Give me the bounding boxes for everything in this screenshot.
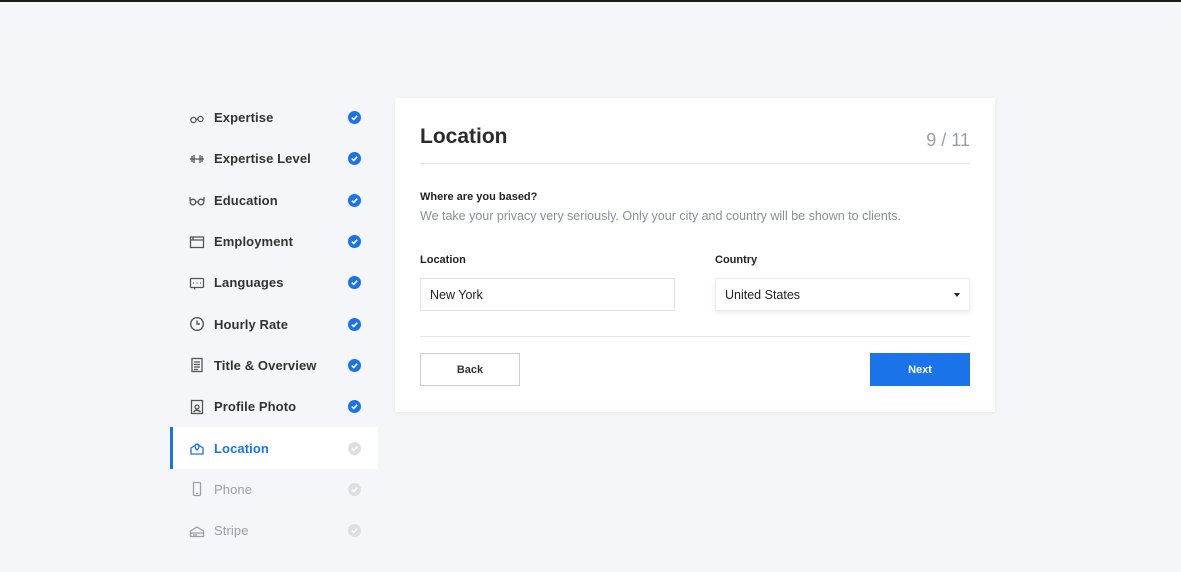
caret-down-icon [954, 292, 960, 297]
sidebar-item-label: Hourly Rate [214, 316, 289, 332]
location-form-card: Location 9 / 11 Where are you based? We … [395, 98, 995, 412]
check-icon [348, 152, 361, 166]
sidebar-item-label: Location [214, 440, 269, 456]
sidebar-item-employment[interactable]: Employment [170, 221, 378, 262]
sidebar-item-stripe[interactable]: Stripe [170, 510, 378, 551]
clock-icon [188, 316, 205, 333]
binoculars-icon [188, 109, 205, 126]
glasses-icon [188, 192, 205, 209]
page-title: Location [420, 125, 508, 148]
sidebar-item-label: Education [214, 192, 278, 208]
dumbbell-icon [188, 150, 205, 167]
check-icon [348, 441, 361, 455]
keyboard-icon [188, 274, 205, 291]
divider [420, 163, 970, 164]
top-border [0, 0, 1181, 2]
check-icon [348, 524, 361, 538]
check-icon [348, 235, 361, 249]
sidebar-item-hourly-rate[interactable]: Hourly Rate [170, 303, 378, 344]
photo-icon [188, 398, 205, 415]
country-select[interactable]: United States [715, 278, 970, 311]
map-pin-icon [188, 440, 205, 457]
sidebar-item-label: Languages [214, 275, 284, 291]
back-button[interactable]: Back [420, 353, 520, 386]
sidebar-item-label: Profile Photo [214, 399, 297, 415]
sidebar-item-label: Stripe [214, 523, 249, 539]
step-counter: 9 / 11 [926, 130, 970, 150]
divider [420, 336, 970, 337]
sidebar-item-location[interactable]: Location [170, 427, 378, 469]
check-icon [348, 317, 361, 331]
sidebar-item-expertise[interactable]: Expertise [170, 97, 378, 138]
stripe-icon [188, 522, 205, 539]
check-icon [348, 111, 361, 125]
check-icon [348, 482, 361, 496]
onboarding-steps-sidebar: Expertise Expertise Level Education Empl… [170, 97, 378, 551]
sidebar-item-label: Title & Overview [214, 357, 317, 373]
browser-window-icon [188, 233, 205, 250]
sidebar-item-expertise-level[interactable]: Expertise Level [170, 138, 378, 179]
sidebar-item-label: Expertise [214, 110, 274, 126]
sidebar-item-languages[interactable]: Languages [170, 262, 378, 303]
check-icon [348, 276, 361, 290]
sidebar-item-profile-photo[interactable]: Profile Photo [170, 386, 378, 427]
sidebar-item-education[interactable]: Education [170, 180, 378, 221]
country-select-value: United States [725, 287, 801, 302]
check-icon [348, 400, 361, 414]
location-field-label: Location [420, 254, 466, 266]
country-field-label: Country [715, 254, 758, 266]
question-label: Where are you based? [420, 191, 538, 203]
next-button[interactable]: Next [870, 353, 970, 386]
privacy-note: We take your privacy very seriously. Onl… [420, 209, 901, 223]
phone-icon [188, 481, 205, 498]
sidebar-item-label: Employment [214, 234, 294, 250]
sidebar-item-phone[interactable]: Phone [170, 469, 378, 510]
sidebar-item-title-overview[interactable]: Title & Overview [170, 345, 378, 386]
location-input[interactable] [420, 278, 675, 311]
check-icon [348, 358, 361, 372]
document-icon [188, 357, 205, 374]
sidebar-item-label: Phone [214, 481, 253, 497]
sidebar-item-label: Expertise Level [214, 151, 311, 167]
check-icon [348, 193, 361, 207]
